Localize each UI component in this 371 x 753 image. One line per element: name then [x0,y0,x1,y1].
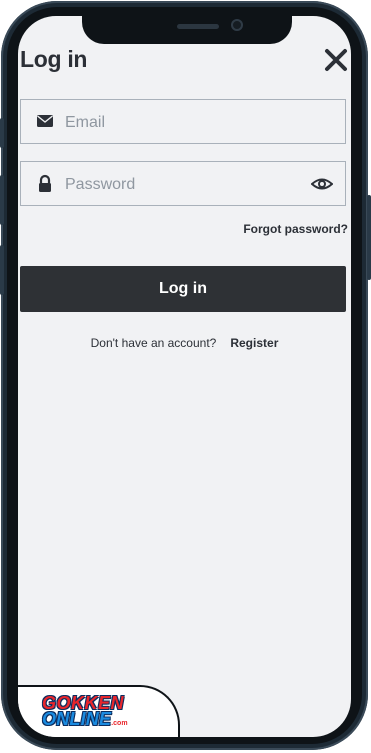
password-field[interactable] [20,161,346,207]
register-row: Don't have an account? Register [18,336,351,350]
register-link[interactable]: Register [230,336,278,350]
side-button-right [367,195,371,280]
brand-logo: GOKKEN ONLINE.com [42,694,128,732]
forgot-password-link[interactable]: Forgot password? [243,222,348,236]
lock-icon [39,174,51,192]
password-input[interactable] [63,162,307,207]
speaker [177,24,219,29]
brand-logo-line2: ONLINE [42,709,112,729]
camera-icon [231,19,243,31]
eye-icon[interactable] [311,174,333,194]
register-prompt: Don't have an account? [90,336,217,350]
email-field[interactable] [20,99,346,145]
screen: Log in Forgot password? Log in Don't hav… [18,16,351,737]
close-button[interactable] [322,46,350,74]
close-icon [325,49,347,71]
page-title: Log in [20,46,88,72]
brand-logo-panel: GOKKEN ONLINE.com [18,685,180,737]
notch [82,16,292,44]
side-button-left [0,175,4,225]
side-button-left [0,245,4,295]
login-button[interactable]: Log in [20,266,346,312]
brand-logo-domain: .com [111,720,128,727]
envelope-icon [37,115,53,127]
side-button-left [0,118,4,148]
email-input[interactable] [63,100,307,145]
